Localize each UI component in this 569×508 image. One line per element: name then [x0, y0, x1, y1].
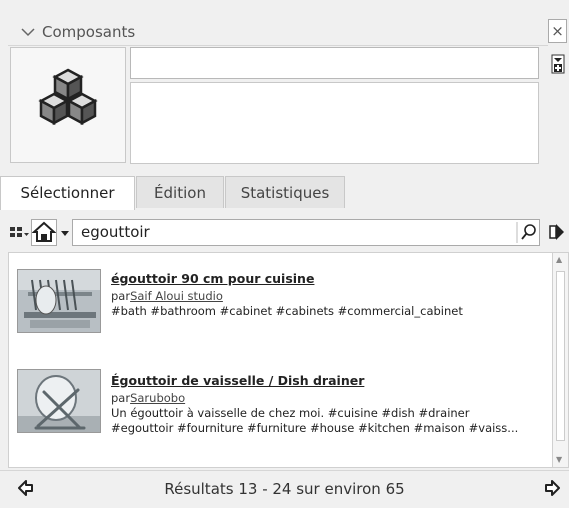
search-input[interactable]: egouttoir	[72, 219, 540, 246]
scroll-down-icon[interactable]: ▼	[556, 455, 562, 464]
author-prefix: par	[111, 289, 131, 303]
next-page-icon[interactable]	[544, 480, 560, 496]
list-item[interactable]: Égouttoir de vaisselle / Dish drainer pa…	[9, 363, 552, 463]
home-button[interactable]	[31, 219, 57, 246]
result-author: parSarubobo	[111, 391, 185, 405]
panel-title: Composants	[42, 23, 136, 41]
results-count-text: Résultats 13 - 24 sur environ 65	[164, 480, 405, 498]
view-options-icon[interactable]	[8, 221, 30, 245]
author-link[interactable]: Saif Aloui studio	[130, 289, 223, 303]
panel-title-bar[interactable]: Composants	[8, 19, 548, 46]
result-thumbnail[interactable]	[17, 269, 101, 333]
result-title-link[interactable]: égouttoir 90 cm pour cuisine	[111, 271, 314, 286]
result-description: Un égouttoir à vaisselle de chez moi. #c…	[111, 406, 551, 436]
result-description-line: #egouttoir #fourniture #furniture #house…	[111, 421, 519, 435]
tab-bar: Sélectionner Édition Statistiques	[0, 176, 569, 210]
dropdown-arrow-icon[interactable]	[59, 221, 71, 245]
author-prefix: par	[111, 391, 131, 405]
result-title-link[interactable]: Égouttoir de vaisselle / Dish drainer	[111, 373, 364, 388]
dish-drainer-thumbnail	[18, 370, 100, 432]
list-item[interactable]: égouttoir 90 cm pour cuisine parSaif Alo…	[9, 261, 552, 361]
result-author: parSaif Aloui studio	[111, 289, 223, 303]
results-scrollbar[interactable]: ▲ ▼	[553, 252, 569, 468]
author-link[interactable]: Sarubobo	[130, 391, 185, 405]
home-icon	[31, 221, 57, 242]
chevron-down-icon[interactable]	[20, 25, 36, 39]
tab-edit[interactable]: Édition	[136, 176, 224, 208]
tab-statistics[interactable]: Statistiques	[225, 176, 345, 208]
component-description-field[interactable]	[130, 82, 539, 164]
scroll-up-icon[interactable]: ▲	[556, 255, 562, 264]
search-icon[interactable]	[516, 220, 540, 245]
scrollbar-thumb[interactable]	[556, 271, 565, 441]
result-thumbnail[interactable]	[17, 369, 101, 433]
component-preview	[10, 47, 126, 163]
components-panel: Composants × Sélectionner Édition Statis…	[0, 0, 569, 507]
components-cubes-icon	[38, 68, 98, 126]
go-arrow-icon[interactable]	[547, 221, 567, 243]
tab-select[interactable]: Sélectionner	[0, 176, 135, 210]
details-arrow-icon[interactable]	[551, 54, 565, 74]
search-results-list: égouttoir 90 cm pour cuisine parSaif Alo…	[8, 252, 553, 468]
component-name-field[interactable]	[130, 47, 539, 79]
result-description-line: Un égouttoir à vaisselle de chez moi. #c…	[111, 406, 470, 420]
dish-rack-thumbnail	[18, 270, 100, 332]
close-button[interactable]: ×	[548, 19, 567, 43]
result-description: #bath #bathroom #cabinet #cabinets #comm…	[111, 304, 463, 318]
